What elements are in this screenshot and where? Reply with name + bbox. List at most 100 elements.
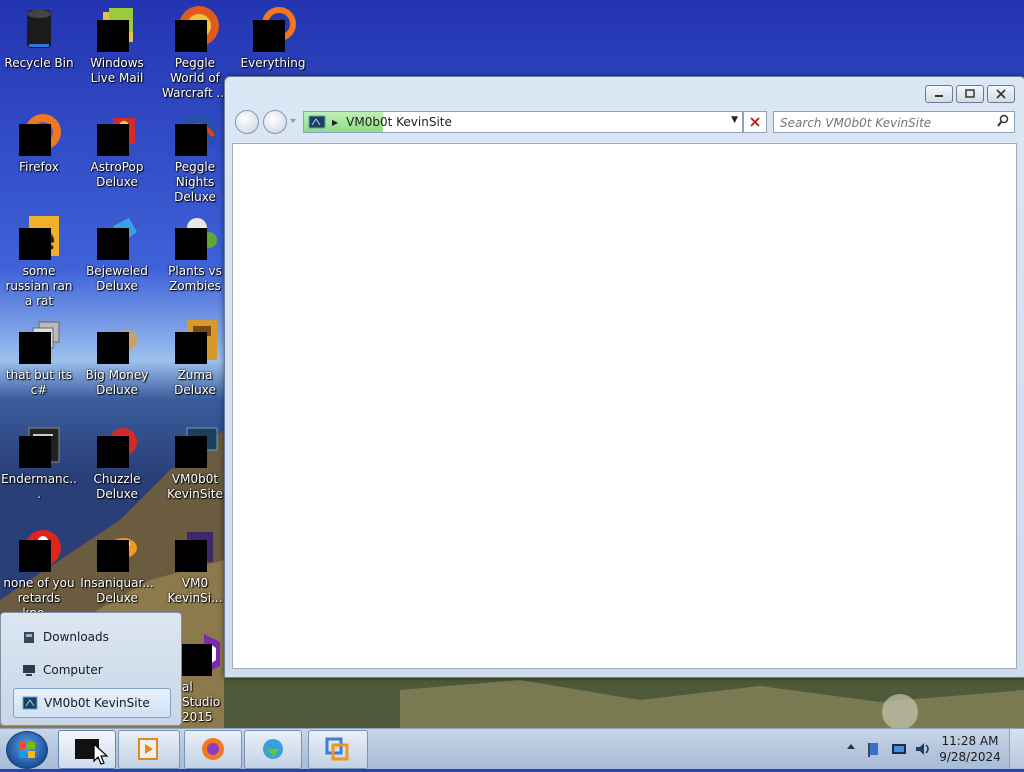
content-pane[interactable] — [232, 143, 1017, 669]
taskbar: 11:28 AM 9/28/2024 — [0, 728, 1024, 769]
action-center-flag-icon[interactable] — [866, 741, 882, 757]
address-text: VM0b0t KevinSite — [346, 115, 452, 129]
document-icon: e — [15, 214, 63, 262]
recycle-bin-icon — [15, 6, 63, 54]
desktop-icon-astropop[interactable]: AstroPop Deluxe — [78, 110, 156, 190]
jump-list-label: Computer — [43, 663, 103, 677]
clock-date: 9/28/2024 — [939, 750, 1001, 764]
desktop-icon-windows-live-mail[interactable]: Windows Live Mail — [78, 6, 156, 86]
desktop-icon-label: Zuma Deluxe — [174, 368, 216, 397]
desktop-icon-label: Chuzzle Deluxe — [93, 472, 141, 501]
firefox-icon — [202, 738, 224, 760]
recent-pages-icon[interactable] — [289, 117, 297, 125]
breadcrumb-arrow-icon[interactable]: ▶ — [332, 118, 338, 127]
desktop-icon-label: Peggle World of Warcraft ... — [162, 56, 228, 100]
desktop-icon-label: VM0b0t KevinSite — [167, 472, 223, 501]
desktop-icon-label: Everything — [240, 56, 306, 70]
vm-window-icon — [171, 526, 219, 574]
zuma-icon — [171, 318, 219, 366]
desktop-icon-zuma[interactable]: Zuma Deluxe — [156, 318, 234, 398]
vm-window-icon — [308, 115, 326, 129]
start-button[interactable] — [6, 731, 48, 769]
desktop-icon-that-but-csharp[interactable]: that but its c# — [0, 318, 78, 398]
desktop-icon-big-money[interactable]: Big Money Deluxe — [78, 318, 156, 398]
desktop-icon-firefox[interactable]: Firefox — [0, 110, 78, 175]
peggle-nights-icon — [171, 110, 219, 158]
desktop-icon-none-of-you[interactable]: none of you retards kno... — [0, 526, 78, 621]
desktop-icon-label: Peggle Nights Deluxe — [174, 160, 216, 204]
firefox-icon — [15, 110, 63, 158]
desktop-icon-everything[interactable]: Everything — [234, 6, 312, 71]
media-player-icon — [138, 738, 158, 760]
jump-list-label: Downloads — [43, 630, 109, 644]
desktop-icon-russian-rat[interactable]: e some russian ran a rat — [0, 214, 78, 309]
desktop-icon-peggle-nights[interactable]: Peggle Nights Deluxe — [156, 110, 234, 205]
desktop-icon-label: AstroPop Deluxe — [90, 160, 144, 189]
minimize-button[interactable] — [925, 85, 953, 103]
globe-download-icon — [263, 739, 283, 759]
desktop-icon-label: Insaniquar... Deluxe — [80, 576, 154, 605]
back-button[interactable] — [235, 110, 259, 134]
desktop-icon-bejeweled[interactable]: Bejeweled Deluxe — [78, 214, 156, 294]
desktop-icon-label: Plants vs Zombies — [168, 264, 222, 293]
vmware-icon — [325, 737, 349, 761]
desktop-icon-peggle-wow[interactable]: Peggle World of Warcraft ... — [156, 6, 234, 101]
volume-icon[interactable] — [914, 741, 932, 757]
jump-list-label: VM0b0t KevinSite — [44, 696, 150, 710]
terminal-icon — [15, 422, 63, 470]
desktop-icon-vm0-kevinsite[interactable]: VM0 KevinSi... — [156, 526, 234, 606]
money-bag-icon — [93, 318, 141, 366]
downloads-folder-icon — [24, 632, 34, 643]
show-desktop-button[interactable] — [1009, 729, 1024, 768]
taskbar-jump-list: Downloads Computer VM0b0t KevinSite — [0, 612, 182, 726]
forward-button[interactable] — [263, 110, 287, 134]
search-box[interactable] — [773, 111, 1015, 133]
explorer-window[interactable]: ▶ VM0b0t KevinSite ▼ — [224, 76, 1024, 678]
chuzzle-icon — [93, 422, 141, 470]
mail-icon — [93, 6, 141, 54]
desktop-icon-vm0b0t-kevinsite[interactable]: VM0b0t KevinSite — [156, 422, 234, 502]
computer-icon — [23, 665, 35, 676]
search-icon[interactable] — [996, 114, 1010, 128]
maximize-button[interactable] — [956, 85, 984, 103]
chevron-down-icon[interactable]: ▼ — [731, 115, 738, 125]
jump-list-item-downloads[interactable]: Downloads — [13, 623, 169, 651]
maximize-icon — [965, 89, 975, 98]
bejeweled-icon — [93, 214, 141, 262]
peggle-icon — [171, 6, 219, 54]
taskbar-button-firefox[interactable] — [184, 730, 242, 769]
taskbar-button-internet-download-manager[interactable] — [244, 730, 302, 769]
astropop-icon — [93, 110, 141, 158]
desktop-icon-label: that but its c# — [5, 368, 73, 397]
chevron-up-icon[interactable] — [846, 741, 856, 753]
desktop-icon-plants-vs-zombies[interactable]: Plants vs Zombies — [156, 214, 234, 294]
taskbar-button-vmware[interactable] — [308, 730, 368, 769]
close-icon — [996, 89, 1006, 99]
desktop-icon-endermanch[interactable]: Endermanc... — [0, 422, 78, 502]
desktop-icon-label: Firefox — [19, 160, 59, 174]
stop-button[interactable] — [743, 111, 767, 133]
desktop-icon-recycle-bin[interactable]: Recycle Bin — [0, 6, 78, 71]
desktop-icon-label: Endermanc... — [1, 472, 77, 501]
plants-icon — [171, 214, 219, 262]
desktop-icon-insaniquarium[interactable]: Insaniquar... Deluxe — [78, 526, 156, 606]
vm-window-icon — [22, 696, 38, 710]
window-controls — [925, 85, 1015, 103]
system-clock[interactable]: 11:28 AM 9/28/2024 — [938, 733, 1002, 765]
vm-window-icon — [171, 422, 219, 470]
search-tool-icon — [249, 6, 297, 54]
desktop-icon-chuzzle[interactable]: Chuzzle Deluxe — [78, 422, 156, 502]
close-button[interactable] — [987, 85, 1015, 103]
search-input[interactable] — [778, 113, 992, 133]
jump-list-item-vm0b0t-kevinsite[interactable]: VM0b0t KevinSite — [13, 688, 171, 718]
taskbar-button-media-player[interactable] — [118, 730, 180, 769]
jump-list-item-computer[interactable]: Computer — [13, 656, 169, 684]
minimize-icon — [935, 95, 943, 97]
windows-logo-icon — [19, 742, 35, 758]
network-icon[interactable] — [890, 741, 908, 757]
address-bar[interactable]: ▶ VM0b0t KevinSite ▼ — [303, 111, 743, 133]
visual-studio-icon — [176, 630, 224, 678]
mouse-cursor-icon — [93, 743, 109, 765]
stacked-windows-icon — [15, 318, 63, 366]
desktop-icon-label: Recycle Bin — [4, 56, 74, 70]
